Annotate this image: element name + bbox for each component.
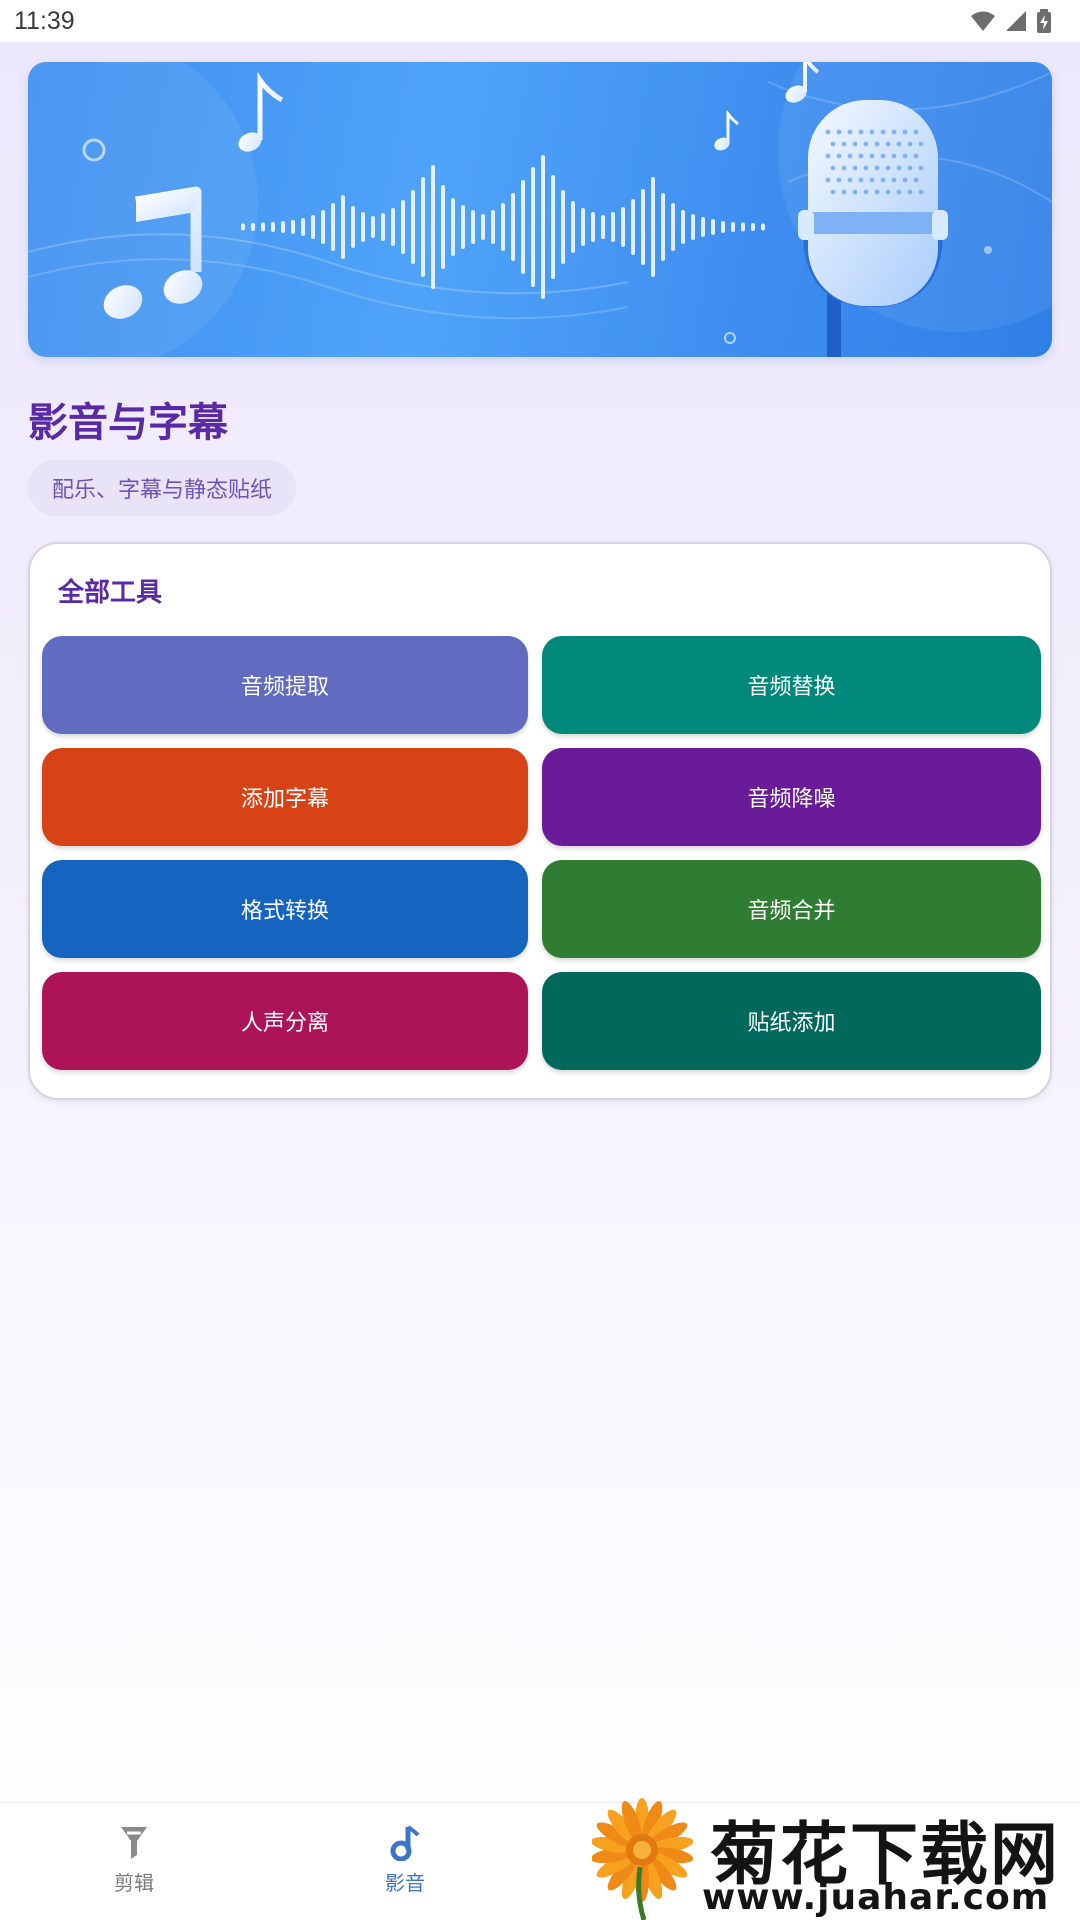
nav-item-edit[interactable]: 剪辑: [74, 1823, 194, 1896]
tools-heading: 全部工具: [58, 578, 163, 608]
add-sticker-button[interactable]: 贴纸添加: [542, 972, 1041, 1070]
add-subtitle-button[interactable]: 添加字幕: [42, 748, 528, 846]
nav-label-edit: 剪辑: [114, 1871, 154, 1895]
page-title: 影音与字幕: [28, 400, 228, 446]
flower-logo-icon: [592, 1798, 694, 1920]
watermark: 菊花下载网 www.juahar.com: [592, 1795, 1080, 1920]
watermark-url: www.juahar.com: [702, 1877, 1050, 1918]
status-bar: 11:39: [0, 0, 1080, 42]
format-convert-button[interactable]: 格式转换: [42, 860, 528, 958]
status-icons: [970, 9, 1052, 33]
sound-wave-icon: [241, 155, 765, 299]
audio-merge-button[interactable]: 音频合并: [542, 860, 1041, 958]
hero-banner: [28, 62, 1052, 357]
tools-card: 全部工具 音频提取 音频替换 添加字幕 音频降噪 格式转换 音频合并 人声分离 …: [28, 542, 1052, 1100]
music-note-icon: [390, 1825, 420, 1861]
nav-label-media: 影音: [385, 1871, 425, 1895]
tool-grid: 音频提取 音频替换 添加字幕 音频降噪 格式转换 音频合并 人声分离 贴纸添加: [42, 636, 1041, 1070]
audio-extract-button[interactable]: 音频提取: [42, 636, 528, 734]
audio-replace-button[interactable]: 音频替换: [542, 636, 1041, 734]
vocal-separation-button[interactable]: 人声分离: [42, 972, 528, 1070]
wifi-icon: [971, 11, 995, 31]
subtitle-chip: 配乐、字幕与静态贴纸: [28, 460, 297, 516]
battery-charging-icon: [1037, 9, 1051, 33]
nav-item-media[interactable]: 影音: [345, 1823, 465, 1896]
subtitle-text: 配乐、字幕与静态贴纸: [52, 478, 273, 503]
cell-signal-icon: [1006, 11, 1026, 31]
filter-funnel-icon: [121, 1827, 147, 1859]
status-time: 11:39: [14, 6, 75, 35]
audio-denoise-button[interactable]: 音频降噪: [542, 748, 1041, 846]
